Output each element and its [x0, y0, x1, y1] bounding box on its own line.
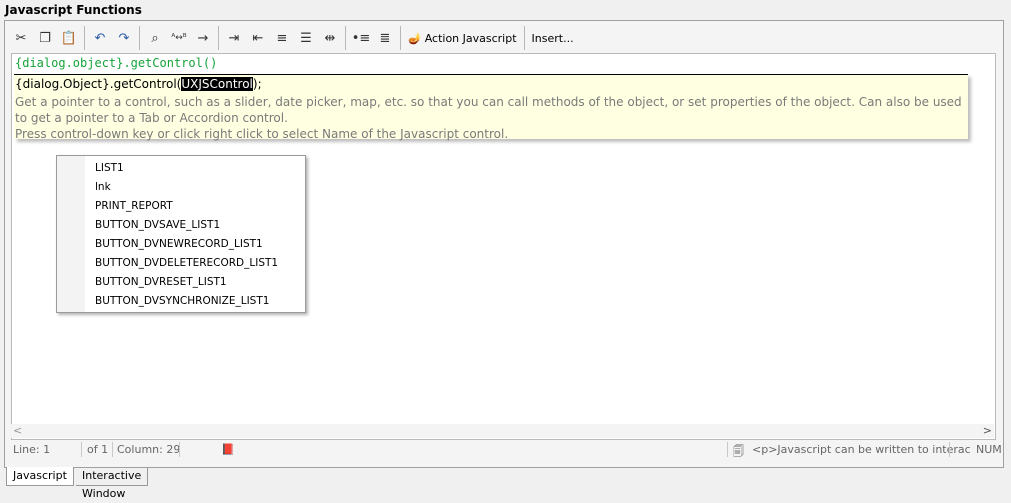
window-title: Javascript Functions — [5, 3, 142, 17]
status-divider — [727, 442, 728, 457]
status-column: Column: 29 — [117, 443, 181, 456]
status-line-count: of 1 — [87, 443, 109, 456]
status-divider — [179, 442, 180, 457]
list-item[interactable]: BUTTON_DVSYNCHRONIZE_LIST1 — [95, 295, 269, 307]
tab-javascript[interactable]: Javascript — [6, 467, 74, 486]
list-item[interactable]: BUTTON_DVNEWRECORD_LIST1 — [95, 238, 263, 250]
find-icon[interactable]: ⌕ — [143, 26, 167, 50]
status-hint: <p>Javascript can be written to interac — [752, 443, 971, 456]
toolbar-separator — [84, 26, 85, 50]
list-item[interactable]: BUTTON_DVRESET_LIST1 — [95, 276, 227, 288]
status-num: NUM — [976, 443, 1002, 456]
outdent-icon[interactable]: ⇤ — [246, 26, 270, 50]
toolbar-separator — [139, 26, 140, 50]
book-icon[interactable]: 📕 — [221, 443, 235, 456]
scroll-left-arrow[interactable]: < — [13, 424, 22, 437]
signature-suffix: ); — [252, 77, 262, 91]
undo-icon[interactable]: ↶ — [88, 26, 112, 50]
indent-icon[interactable]: ⇥ — [222, 26, 246, 50]
horizontal-scrollbar[interactable]: < > — [11, 424, 994, 438]
genie-lamp-icon: 🪔 — [408, 31, 422, 45]
function-tooltip: {dialog.Object}.getControl(UXJSControl);… — [14, 74, 968, 142]
uncomment-icon[interactable]: ☰ — [294, 26, 318, 50]
signature-param: UXJSControl — [181, 77, 253, 91]
autocomplete-list[interactable]: LIST1 lnk PRINT_REPORT BUTTON_DVSAVE_LIS… — [56, 155, 306, 313]
list-item[interactable]: BUTTON_DVSAVE_LIST1 — [95, 219, 220, 231]
status-divider — [949, 442, 950, 457]
action-javascript-label: Action Javascript — [424, 31, 517, 45]
goto-icon[interactable]: → — [191, 26, 215, 50]
status-divider — [112, 442, 113, 457]
description-line: Get a pointer to a control, such as a sl… — [15, 95, 962, 125]
toolbar-separator — [400, 26, 401, 50]
toggle-icon[interactable]: ⇹ — [318, 26, 342, 50]
status-divider — [81, 442, 82, 457]
list-item[interactable]: BUTTON_DVDELETERECORD_LIST1 — [95, 257, 278, 269]
redo-icon[interactable]: ↷ — [112, 26, 136, 50]
replace-icon[interactable]: ᴬ↔ᴮ — [167, 26, 191, 50]
numbered-list-icon[interactable]: ≣ — [373, 26, 397, 50]
signature-prefix: {dialog.Object}.getControl( — [15, 77, 182, 91]
document-icon: 🗐 — [733, 445, 744, 458]
paste-icon[interactable]: 📋 — [57, 26, 81, 50]
status-line: Line: 1 — [13, 443, 51, 456]
list-item[interactable]: lnk — [95, 181, 111, 193]
list-item[interactable]: PRINT_REPORT — [95, 200, 173, 212]
list-item[interactable]: LIST1 — [95, 162, 124, 174]
toolbar-separator — [218, 26, 219, 50]
description-line: Press control-down key or click right cl… — [15, 127, 509, 141]
javascript-functions-panel: ✂ ❐ 📋 ↶ ↷ ⌕ ᴬ↔ᴮ → ⇥ ⇤ ≡ ☰ ⇹ •≡ ≣ 🪔 Actio… — [4, 20, 1004, 468]
toolbar: ✂ ❐ 📋 ↶ ↷ ⌕ ᴬ↔ᴮ → ⇥ ⇤ ≡ ☰ ⇹ •≡ ≣ 🪔 Actio… — [9, 24, 999, 52]
list-gutter — [57, 156, 85, 312]
insert-button[interactable]: Insert... — [528, 26, 578, 50]
code-editor[interactable]: {dialog.object}.getControl() {dialog.Obj… — [11, 53, 996, 440]
scroll-right-arrow[interactable]: > — [983, 424, 992, 437]
toolbar-separator — [523, 26, 525, 50]
bullet-list-icon[interactable]: •≡ — [349, 26, 373, 50]
copy-icon[interactable]: ❐ — [33, 26, 57, 50]
status-bar: Line: 1 of 1 Column: 29 📕 🗐 <p>Javascrip… — [11, 440, 1002, 460]
action-javascript-button[interactable]: 🪔 Action Javascript — [404, 26, 521, 50]
function-description: Get a pointer to a control, such as a sl… — [15, 94, 967, 142]
tab-interactive-window[interactable]: Interactive Window — [76, 467, 149, 500]
toolbar-separator — [345, 26, 346, 50]
cut-icon[interactable]: ✂ — [9, 26, 33, 50]
comment-icon[interactable]: ≡ — [270, 26, 294, 50]
function-signature: {dialog.Object}.getControl(UXJSControl); — [15, 77, 262, 91]
code-line[interactable]: {dialog.object}.getControl() — [15, 56, 217, 70]
